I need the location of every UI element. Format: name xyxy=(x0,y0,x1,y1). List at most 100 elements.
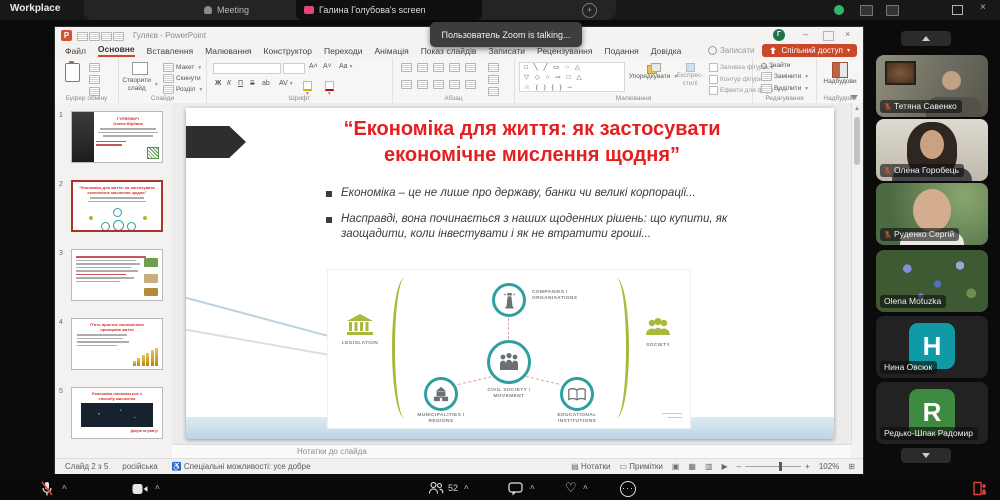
arrange-button[interactable]: Упорядкувати xyxy=(629,63,675,80)
undo-icon[interactable] xyxy=(89,32,100,41)
slide-scrollbar[interactable]: ▲ xyxy=(851,103,862,444)
chat-button[interactable] xyxy=(508,482,523,496)
chat-options-caret[interactable]: ^ xyxy=(530,484,535,493)
current-slide[interactable]: “Економіка для життя: як застосувати еко… xyxy=(186,108,834,439)
tab-view[interactable]: Подання xyxy=(604,46,638,56)
fit-to-window-icon[interactable]: ⊞ xyxy=(848,462,855,471)
slide-sorter-view-icon[interactable]: ▦ xyxy=(688,462,696,471)
slide-thumbnail-1[interactable]: 1 ГУЛЯЄВИЧ Олена Юріївна xyxy=(55,111,172,167)
copy-icon[interactable] xyxy=(89,75,100,84)
cut-icon[interactable] xyxy=(89,63,100,72)
columns-icon[interactable] xyxy=(465,80,476,89)
reactions-button[interactable]: ♡ xyxy=(565,480,577,496)
zoom-slider-thumb[interactable] xyxy=(778,462,783,472)
participant-tile-4[interactable]: Olena Motuzka xyxy=(876,250,988,312)
save-icon[interactable] xyxy=(77,32,88,41)
redo-icon[interactable] xyxy=(101,32,112,41)
new-slide-button[interactable]: Створити слайд xyxy=(122,62,157,93)
participants-button[interactable] xyxy=(428,481,444,496)
align-text-icon[interactable] xyxy=(488,75,499,84)
tab-help[interactable]: Довідка xyxy=(651,46,682,56)
tab-review[interactable]: Рецензування xyxy=(537,46,592,56)
text-direction-icon[interactable] xyxy=(488,63,499,72)
tab-record[interactable]: Записати xyxy=(488,46,525,56)
quick-styles-button[interactable]: Експрес-стилі xyxy=(673,63,707,88)
video-button[interactable] xyxy=(132,483,148,495)
zoom-in-icon[interactable]: + xyxy=(805,462,810,471)
collapse-ribbon-chevron[interactable] xyxy=(850,95,858,100)
notes-bar[interactable]: Нотатки до слайда xyxy=(172,444,851,458)
more-options-button[interactable]: ··· xyxy=(620,481,636,497)
participants-options-caret[interactable]: ^ xyxy=(464,484,469,493)
find-button[interactable]: Знайти xyxy=(761,62,808,69)
participants-scroll-up-button[interactable] xyxy=(901,31,951,46)
leave-meeting-button[interactable] xyxy=(972,481,988,496)
mute-button[interactable] xyxy=(40,481,54,497)
shapes-gallery[interactable]: □ ╲ ╱ ▭ ○ △ ▽ ◇ ○ ⇨ □ △ ☆ ( ) { } ─ xyxy=(519,62,625,92)
slide-thumbnail-4[interactable]: 4 П'ять простих економічних принципів жи… xyxy=(55,318,172,374)
tab-shared-screen[interactable]: Галина Голубова's screen xyxy=(296,0,482,20)
highlight-color-icon[interactable] xyxy=(303,81,312,91)
align-right-icon[interactable] xyxy=(433,80,444,89)
video-options-caret[interactable]: ^ xyxy=(155,484,160,493)
close-button[interactable]: × xyxy=(980,2,986,13)
participant-tile-3[interactable]: Руденко Сергій xyxy=(876,183,988,245)
align-left-icon[interactable] xyxy=(401,80,412,89)
accessibility-status[interactable]: ♿ Спеціальні можливості: усе добре xyxy=(172,462,311,471)
ppt-minimize-button[interactable]: – xyxy=(803,29,808,39)
normal-view-icon[interactable]: ▣ xyxy=(672,462,680,471)
increase-indent-icon[interactable] xyxy=(449,63,460,72)
tab-file[interactable]: Файл xyxy=(65,46,86,56)
shrink-font-icon[interactable]: A˅ xyxy=(323,63,332,70)
slide-thumbnail-2[interactable]: 2 “Економіка для життя: як застосувати е… xyxy=(55,180,172,236)
character-spacing-icon[interactable]: AV xyxy=(279,80,293,87)
tab-meeting[interactable]: Meeting xyxy=(204,0,249,20)
tab-animations[interactable]: Анімація xyxy=(375,46,409,56)
numbering-icon[interactable] xyxy=(417,63,428,72)
tab-design[interactable]: Конструктор xyxy=(264,46,312,56)
font-color-icon[interactable] xyxy=(325,81,334,91)
font-size-select[interactable] xyxy=(283,63,305,74)
tab-insert[interactable]: Вставлення xyxy=(147,46,193,56)
participant-tile-2[interactable]: Олена Горобець xyxy=(876,119,988,181)
zoom-slider[interactable]: – + xyxy=(737,462,810,472)
participant-tile-6[interactable]: R Редько-Шпак Радомир xyxy=(876,382,988,444)
line-spacing-icon[interactable] xyxy=(465,63,476,72)
participants-scroll-down-button[interactable] xyxy=(901,448,951,463)
tab-transitions[interactable]: Переходи xyxy=(324,46,363,56)
bold-icon[interactable]: Ж xyxy=(215,80,221,87)
select-button[interactable]: Виділити xyxy=(761,84,808,93)
reactions-options-caret[interactable]: ^ xyxy=(583,484,588,493)
mute-options-caret[interactable]: ^ xyxy=(62,484,67,493)
layout-button[interactable]: Макет xyxy=(163,63,202,72)
tab-slideshow[interactable]: Показ слайдів xyxy=(421,46,477,56)
font-name-select[interactable] xyxy=(213,63,281,74)
strikethrough-icon[interactable]: S xyxy=(250,80,255,87)
align-center-icon[interactable] xyxy=(417,80,428,89)
record-button[interactable]: Записати xyxy=(707,46,754,55)
reading-view-icon[interactable]: ▥ xyxy=(705,462,713,471)
zoom-out-icon[interactable]: – xyxy=(737,462,741,471)
participant-tile-1[interactable]: Тетяна Савенко xyxy=(876,55,988,117)
zoom-level[interactable]: 102% xyxy=(819,462,839,471)
maximize-button[interactable] xyxy=(952,5,963,15)
bullets-icon[interactable] xyxy=(401,63,412,72)
comments-toggle[interactable]: ▭ Примітки xyxy=(619,462,662,471)
slide-thumbnail-3[interactable]: 3 xyxy=(55,249,172,305)
tab-draw[interactable]: Малювання xyxy=(205,46,251,56)
decrease-indent-icon[interactable] xyxy=(433,63,444,72)
change-case-icon[interactable]: Aa xyxy=(339,63,352,70)
share-button[interactable]: Спільний доступ xyxy=(762,44,857,57)
tab-home[interactable]: Основне xyxy=(97,44,135,57)
scrollbar-thumb[interactable] xyxy=(854,117,860,165)
start-presentation-icon[interactable] xyxy=(113,32,124,41)
replace-button[interactable]: Замінити xyxy=(761,72,808,81)
addins-button[interactable]: Надбудови xyxy=(817,62,863,85)
reset-button[interactable]: Скинути xyxy=(163,74,202,83)
paste-icon[interactable] xyxy=(65,61,80,82)
slideshow-view-icon[interactable]: ▶ xyxy=(722,462,728,471)
justify-icon[interactable] xyxy=(449,80,460,89)
ppt-maximize-button[interactable] xyxy=(823,31,834,41)
participant-tile-5[interactable]: H Нина Овсюк xyxy=(876,316,988,378)
share-screen-icon[interactable] xyxy=(860,5,873,16)
